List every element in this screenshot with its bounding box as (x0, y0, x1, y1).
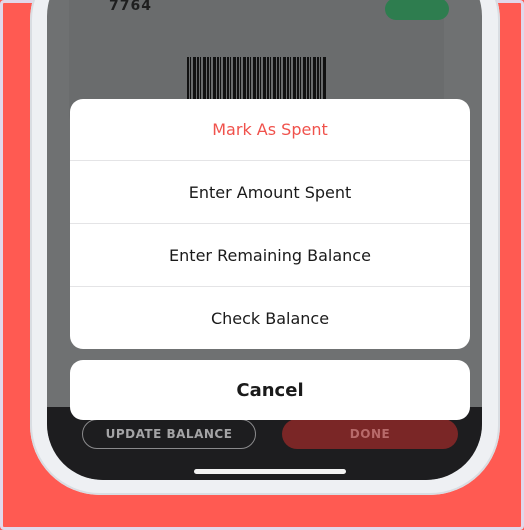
done-button[interactable]: DONE (282, 419, 458, 449)
cancel-button[interactable]: Cancel (70, 360, 470, 420)
mark-as-spent-button[interactable]: Mark As Spent (70, 99, 470, 160)
home-indicator (194, 469, 346, 474)
check-balance-button[interactable]: Check Balance (70, 286, 470, 349)
status-badge (385, 0, 449, 20)
action-sheet: Mark As Spent Enter Amount Spent Enter R… (70, 99, 470, 349)
enter-remaining-balance-button[interactable]: Enter Remaining Balance (70, 223, 470, 286)
enter-amount-spent-button[interactable]: Enter Amount Spent (70, 160, 470, 223)
barcode-image (187, 57, 327, 103)
update-balance-button[interactable]: UPDATE BALANCE (82, 419, 256, 449)
card-number: 7764 (109, 0, 152, 14)
